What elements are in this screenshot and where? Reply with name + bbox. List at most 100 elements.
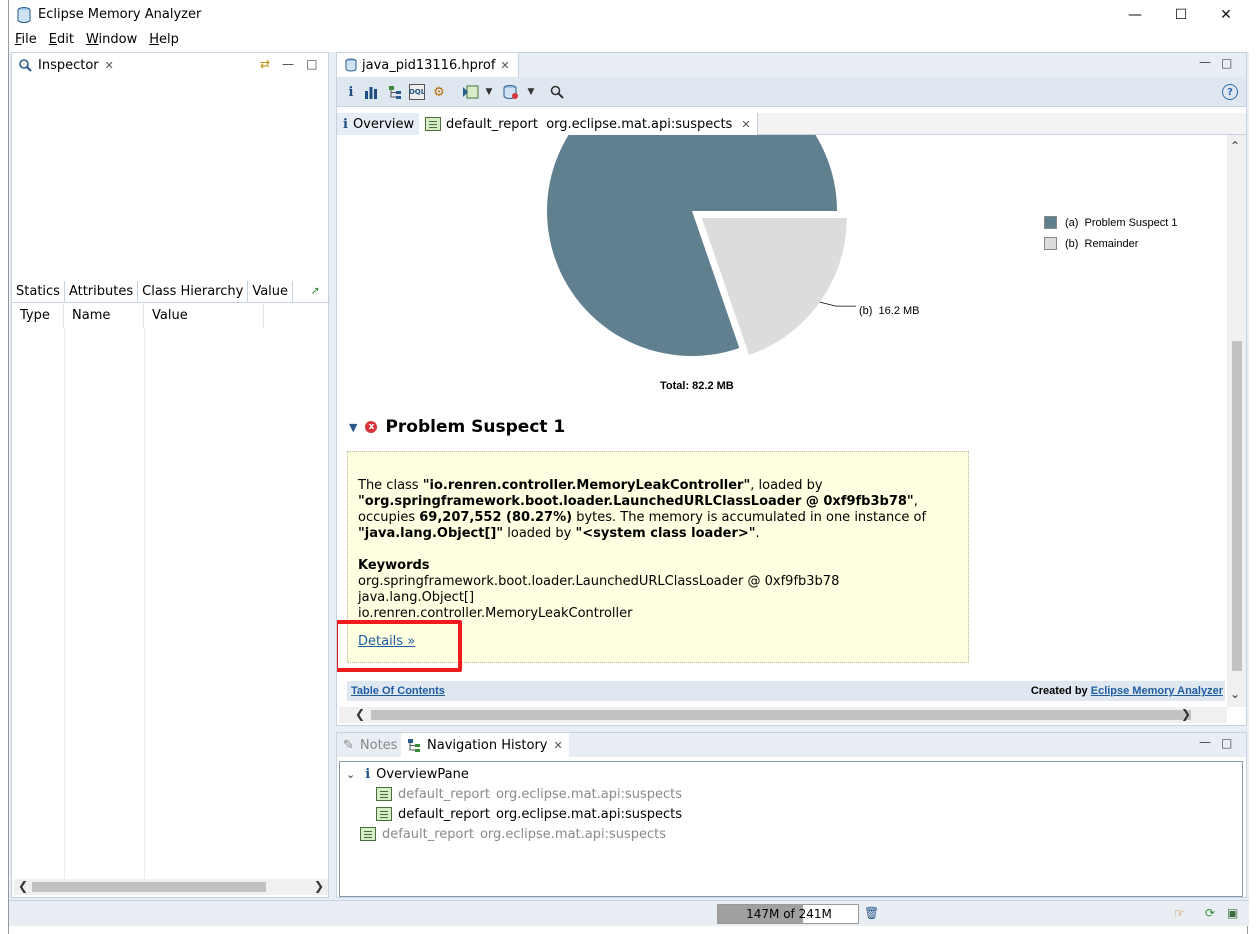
histogram-icon[interactable] (363, 84, 379, 100)
text: , loaded by (750, 478, 823, 493)
search-icon[interactable] (549, 84, 565, 100)
legend-swatch (1044, 237, 1057, 250)
info-icon[interactable]: i (343, 84, 359, 100)
scroll-thumb[interactable] (371, 710, 1191, 720)
trash-icon[interactable]: 🗑 (864, 906, 880, 922)
chevron-down-icon[interactable]: ▼ (523, 84, 539, 100)
mat-link[interactable]: Eclipse Memory Analyzer (1091, 685, 1223, 697)
tab-default-report-label: default_report org.eclipse.mat.api:suspe… (446, 116, 733, 132)
report-icon (360, 827, 376, 841)
refresh-icon[interactable]: ⟳ (1205, 906, 1221, 922)
text: bytes. The memory is accumulated in one … (572, 510, 927, 525)
tree-node[interactable]: default_report org.eclipse.mat.api:suspe… (376, 784, 682, 804)
minimize-button[interactable]: — (1112, 0, 1158, 30)
report-icon (376, 787, 392, 801)
column-type[interactable]: Type (12, 305, 64, 327)
minimize-view-icon[interactable]: — (1199, 55, 1211, 69)
scroll-thumb[interactable] (32, 882, 266, 892)
inspector-pane: Inspector ✕ ⇄ — □ Statics Attributes Cla… (11, 52, 330, 898)
tab-navigation-history-label: Navigation History (427, 737, 548, 753)
menu-file[interactable]: File (9, 30, 43, 52)
tree-node-command: org.eclipse.mat.api:suspects (495, 806, 683, 822)
tab-notes-label: Notes (359, 737, 398, 753)
table-of-contents-link[interactable]: Table Of Contents (351, 685, 445, 697)
slice-label-leader (819, 301, 856, 307)
info-icon: i (343, 116, 348, 132)
pie-chart (547, 135, 856, 356)
editor-hscrollbar[interactable]: ❮ ❯ (339, 707, 1227, 723)
scroll-left-icon[interactable]: ❮ (18, 879, 28, 893)
column-divider (144, 327, 145, 879)
legend-label: (b) Remainder (1065, 237, 1139, 250)
tab-notes[interactable]: ✎ Notes (337, 733, 404, 757)
inspector-subtabs: Statics Attributes Class Hierarchy Value… (12, 281, 330, 303)
tree-node[interactable]: default_report org.eclipse.mat.api:suspe… (376, 804, 682, 824)
tab-heap-dump[interactable]: java_pid13116.hprof ✕ (337, 53, 519, 77)
help-icon[interactable]: ? (1222, 84, 1238, 100)
keywords-title: Keywords (358, 558, 430, 573)
maximize-view-icon[interactable]: □ (1221, 736, 1232, 750)
column-name[interactable]: Name (64, 305, 144, 327)
run-report-icon[interactable] (463, 84, 479, 100)
link-icon[interactable]: ⇄ (260, 57, 270, 71)
heap-status[interactable]: 147M of 241M (717, 904, 859, 924)
maximize-view-icon[interactable]: □ (1221, 56, 1232, 70)
tab-default-report[interactable]: default_report org.eclipse.mat.api:suspe… (419, 113, 758, 135)
tree-node-command: org.eclipse.mat.api:suspects (479, 826, 667, 842)
scroll-right-icon[interactable]: ❯ (314, 879, 324, 893)
scroll-down-icon[interactable]: ⌄ (1230, 687, 1240, 701)
close-icon[interactable]: ✕ (500, 59, 509, 72)
query-browser-icon[interactable] (503, 84, 519, 100)
accumulator-class: "java.lang.Object[]" (358, 526, 504, 541)
maximize-button[interactable]: ☐ (1158, 0, 1204, 30)
close-icon[interactable]: ✕ (105, 59, 114, 72)
collapse-icon[interactable]: ▼ (349, 421, 357, 434)
scroll-up-icon[interactable]: ⌃ (1230, 139, 1240, 153)
title-bar: Eclipse Memory Analyzer — ☐ ✕ (9, 0, 1249, 30)
gear-icon[interactable]: ⚙ (431, 84, 447, 100)
chevron-down-icon[interactable]: ▼ (481, 84, 497, 100)
editor-subtabs: i Overview default_report org.eclipse.ma… (337, 113, 1246, 135)
notes-icon: ✎ (343, 737, 354, 753)
retained-bytes: 69,207,552 (80.27%) (419, 510, 573, 525)
menu-window[interactable]: Window (80, 30, 143, 52)
close-icon[interactable]: ✕ (741, 118, 750, 131)
close-icon[interactable]: ✕ (554, 739, 563, 752)
tab-overview[interactable]: i Overview (337, 113, 422, 135)
column-value[interactable]: Value (144, 305, 264, 327)
tab-attributes[interactable]: Attributes (65, 281, 139, 302)
history-pane: ✎ Notes Navigation History ✕ — □ ⌄ i Ove… (336, 732, 1247, 898)
hand-icon[interactable]: ☞ (1174, 906, 1190, 922)
minimize-view-icon[interactable]: — (1199, 735, 1211, 749)
tab-inspector[interactable]: Inspector ✕ (12, 53, 120, 77)
tab-navigation-history[interactable]: Navigation History ✕ (401, 733, 569, 757)
inspector-columns: Type Name Value (12, 305, 330, 327)
chevron-down-icon[interactable]: ⌄ (346, 768, 355, 781)
pin-icon[interactable]: ➚ (311, 284, 320, 297)
report-content: (a) Problem Suspect 1 (b) Remainder (b) … (337, 135, 1227, 707)
inspector-hscrollbar[interactable]: ❮ ❯ (14, 879, 328, 895)
menu-help[interactable]: Help (143, 30, 185, 52)
tab-value[interactable]: Value (248, 281, 294, 302)
scroll-thumb[interactable] (1232, 341, 1242, 671)
tree-node-label: OverviewPane (376, 766, 469, 782)
workbench: Inspector ✕ ⇄ — □ Statics Attributes Cla… (9, 52, 1249, 900)
database-icon (17, 7, 31, 23)
editor-vscrollbar[interactable]: ⌃ ⌄ (1227, 135, 1246, 707)
tree-node[interactable]: default_report org.eclipse.mat.api:suspe… (360, 824, 666, 844)
tree-node[interactable]: ⌄ i OverviewPane (346, 764, 469, 784)
dominator-tree-icon[interactable] (387, 84, 403, 100)
image-icon[interactable]: ▣ (1227, 906, 1243, 922)
created-by-label: Created by (1030, 685, 1091, 697)
maximize-view-icon[interactable]: □ (306, 57, 317, 71)
tab-statics[interactable]: Statics (12, 281, 65, 302)
scroll-right-icon[interactable]: ❯ (1181, 707, 1191, 721)
minimize-view-icon[interactable]: — (282, 57, 294, 71)
scroll-left-icon[interactable]: ❮ (355, 707, 365, 721)
tab-class-hierarchy[interactable]: Class Hierarchy (138, 281, 249, 302)
class-name: "io.renren.controller.MemoryLeakControll… (422, 478, 751, 493)
suspect-heading: ▼ x Problem Suspect 1 (349, 417, 565, 437)
oql-icon[interactable]: OQL (409, 84, 425, 100)
menu-edit[interactable]: Edit (43, 30, 80, 52)
close-button[interactable]: ✕ (1203, 0, 1249, 30)
